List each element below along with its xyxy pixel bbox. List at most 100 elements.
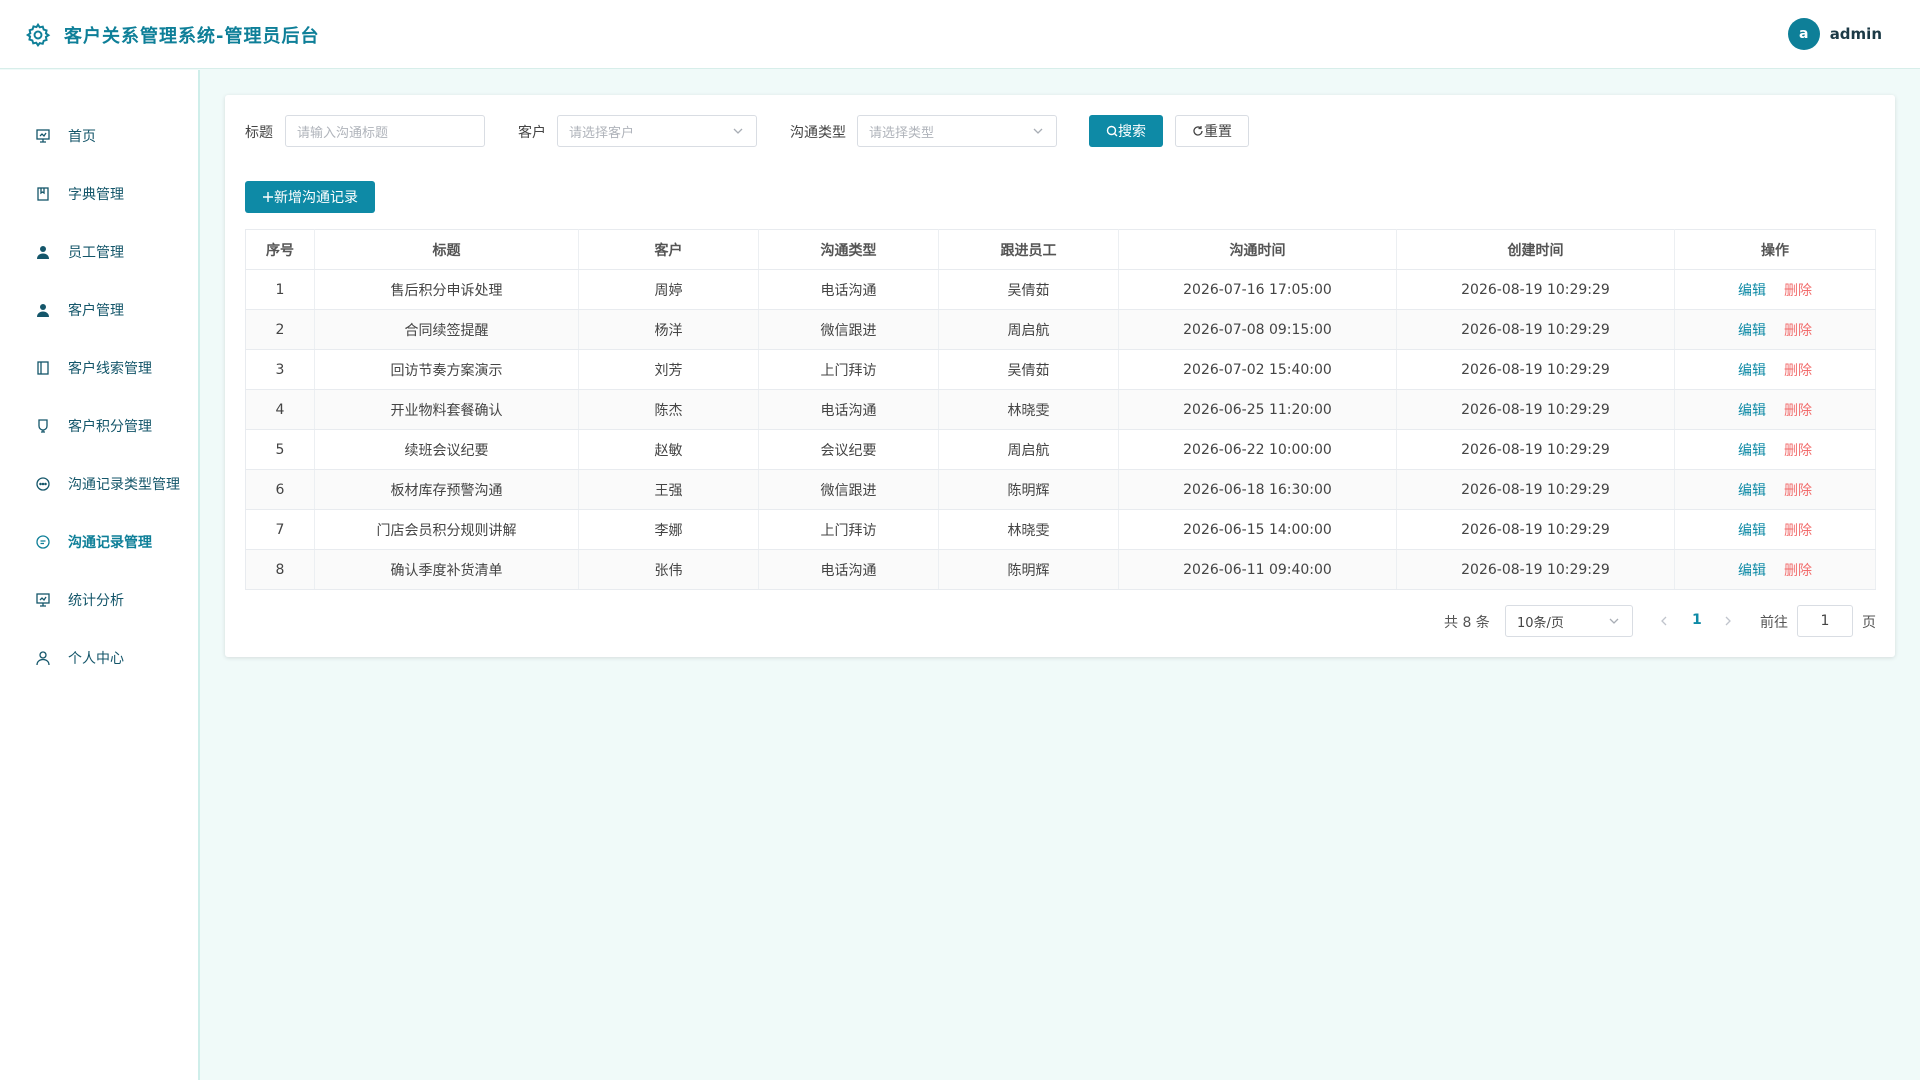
delete-link[interactable]: 删除 [1784,403,1812,419]
actions-cell: 编辑 删除 [1674,309,1876,350]
column-header: 跟进员工 [938,229,1119,270]
table-cell: 微信跟进 [758,469,939,510]
table-cell: 陈明辉 [938,469,1119,510]
table-cell: 2026-08-19 10:29:29 [1396,469,1675,510]
user-icon [34,243,52,261]
sidebar-item-customers[interactable]: 客户管理 [0,290,198,330]
page-size-select[interactable]: 10条/页 [1505,605,1633,637]
chevron-down-icon [1033,128,1043,134]
sidebar-item-comm-records[interactable]: 沟通记录管理 [0,522,198,562]
sidebar-item-dictionary[interactable]: 字典管理 [0,174,198,214]
edit-link[interactable]: 编辑 [1738,323,1766,339]
table-cell: 8 [245,549,315,590]
table-cell: 2026-06-11 09:40:00 [1118,549,1397,590]
delete-link[interactable]: 删除 [1784,523,1812,539]
sidebar-item-leads[interactable]: 客户线索管理 [0,348,198,388]
user-menu[interactable]: a admin [1787,18,1882,50]
goto-page-input[interactable]: 1 [1797,605,1853,637]
table-cell: 赵敏 [578,429,759,470]
reset-button[interactable]: 重置 [1175,115,1249,147]
sidebar-item-comm-types[interactable]: 沟通记录类型管理 [0,464,198,504]
table-cell: 电话沟通 [758,389,939,430]
edit-link[interactable]: 编辑 [1738,563,1766,579]
actions-cell: 编辑 删除 [1674,349,1876,390]
actions-cell: 编辑 删除 [1674,389,1876,430]
filter-customer-label: 客户 [518,125,546,141]
delete-link[interactable]: 删除 [1784,443,1812,459]
sidebar-item-employees[interactable]: 员工管理 [0,232,198,272]
notebook-icon [34,359,52,377]
table-cell: 2026-08-19 10:29:29 [1396,269,1675,310]
table-cell: 林晓雯 [938,509,1119,550]
table-row: 3 回访节奏方案演示 刘芳 上门拜访 吴倩茹 2026-07-02 15:40:00 202… [245,349,1876,390]
edit-link[interactable]: 编辑 [1738,523,1766,539]
edit-link[interactable]: 编辑 [1738,363,1766,379]
sidebar-item-profile[interactable]: 个人中心 [0,638,198,678]
table-cell: 5 [245,429,315,470]
table-row: 2 合同续签提醒 杨洋 微信跟进 周启航 2026-07-08 09:15:00 2026-… [245,309,1876,350]
actions-cell: 编辑 删除 [1674,429,1876,470]
sidebar-item-label: 首页 [68,129,96,145]
table-cell: 上门拜访 [758,509,939,550]
table-row: 7 门店会员积分规则讲解 李娜 上门拜访 林晓雯 2026-06-15 14:00:00 2… [245,509,1876,550]
delete-link[interactable]: 删除 [1784,323,1812,339]
table-header-row: 序号 标题 客户 沟通类型 跟进员工 沟通时间 创建时间 操作 [245,229,1876,270]
sidebar-item-points[interactable]: 客户积分管理 [0,406,198,446]
table-cell: 周婷 [578,269,759,310]
table-cell: 2026-06-25 11:20:00 [1118,389,1397,430]
table-cell: 4 [245,389,315,430]
sidebar-item-home[interactable]: 首页 [0,116,198,156]
edit-link[interactable]: 编辑 [1738,443,1766,459]
username[interactable]: admin [1830,25,1882,43]
delete-link[interactable]: 删除 [1784,483,1812,499]
chat-dots-icon [34,475,52,493]
records-table: 序号 标题 客户 沟通类型 跟进员工 沟通时间 创建时间 操作 1 售后积分申诉处… [245,229,1876,590]
actions-cell: 编辑 删除 [1674,509,1876,550]
table-cell: 2026-07-08 09:15:00 [1118,309,1397,350]
table-cell: 2026-08-19 10:29:29 [1396,429,1675,470]
search-button[interactable]: 搜索 [1089,115,1163,147]
table-cell: 3 [245,349,315,390]
add-record-button[interactable]: 新增沟通记录 [245,181,375,213]
next-page-icon[interactable] [1722,615,1734,627]
sidebar-item-statistics[interactable]: 统计分析 [0,580,198,620]
chart-icon [34,591,52,609]
delete-link[interactable]: 删除 [1784,363,1812,379]
edit-link[interactable]: 编辑 [1738,283,1766,299]
table-cell: 王强 [578,469,759,510]
sidebar-item-label: 个人中心 [68,651,124,667]
table-cell: 2026-07-16 17:05:00 [1118,269,1397,310]
avatar[interactable]: a [1787,18,1820,50]
title-search-input[interactable]: 请输入沟通标题 [285,115,485,147]
filter-type-label: 沟通类型 [790,125,846,141]
type-select[interactable]: 请选择类型 [857,115,1057,147]
table-cell: 2026-08-19 10:29:29 [1396,309,1675,350]
plus-icon [263,192,273,202]
actions-cell: 编辑 删除 [1674,549,1876,590]
reset-button-label: 重置 [1204,124,1232,140]
table-cell: 陈杰 [578,389,759,430]
table-cell: 续班会议纪要 [314,429,579,470]
filter-title-label: 标题 [245,125,273,141]
table-row: 6 板材库存预警沟通 王强 微信跟进 陈明辉 2026-06-18 16:30:00 202… [245,469,1876,510]
table-cell: 陈明辉 [938,549,1119,590]
edit-link[interactable]: 编辑 [1738,483,1766,499]
current-page[interactable]: 1 [1692,612,1702,628]
customer-select[interactable]: 请选择客户 [557,115,757,147]
prev-page-icon[interactable] [1658,615,1670,627]
sidebar-item-label: 沟通记录管理 [68,535,152,551]
delete-link[interactable]: 删除 [1784,283,1812,299]
column-header: 沟通类型 [758,229,939,270]
sidebar-item-label: 客户管理 [68,303,124,319]
delete-link[interactable]: 删除 [1784,563,1812,579]
column-header: 沟通时间 [1118,229,1397,270]
table-cell: 上门拜访 [758,349,939,390]
table-cell: 2026-06-15 14:00:00 [1118,509,1397,550]
table-cell: 刘芳 [578,349,759,390]
table-cell: 2026-08-19 10:29:29 [1396,349,1675,390]
table-cell: 林晓雯 [938,389,1119,430]
edit-link[interactable]: 编辑 [1738,403,1766,419]
table-cell: 确认季度补货清单 [314,549,579,590]
table-cell: 6 [245,469,315,510]
chevron-down-icon [1609,618,1619,624]
